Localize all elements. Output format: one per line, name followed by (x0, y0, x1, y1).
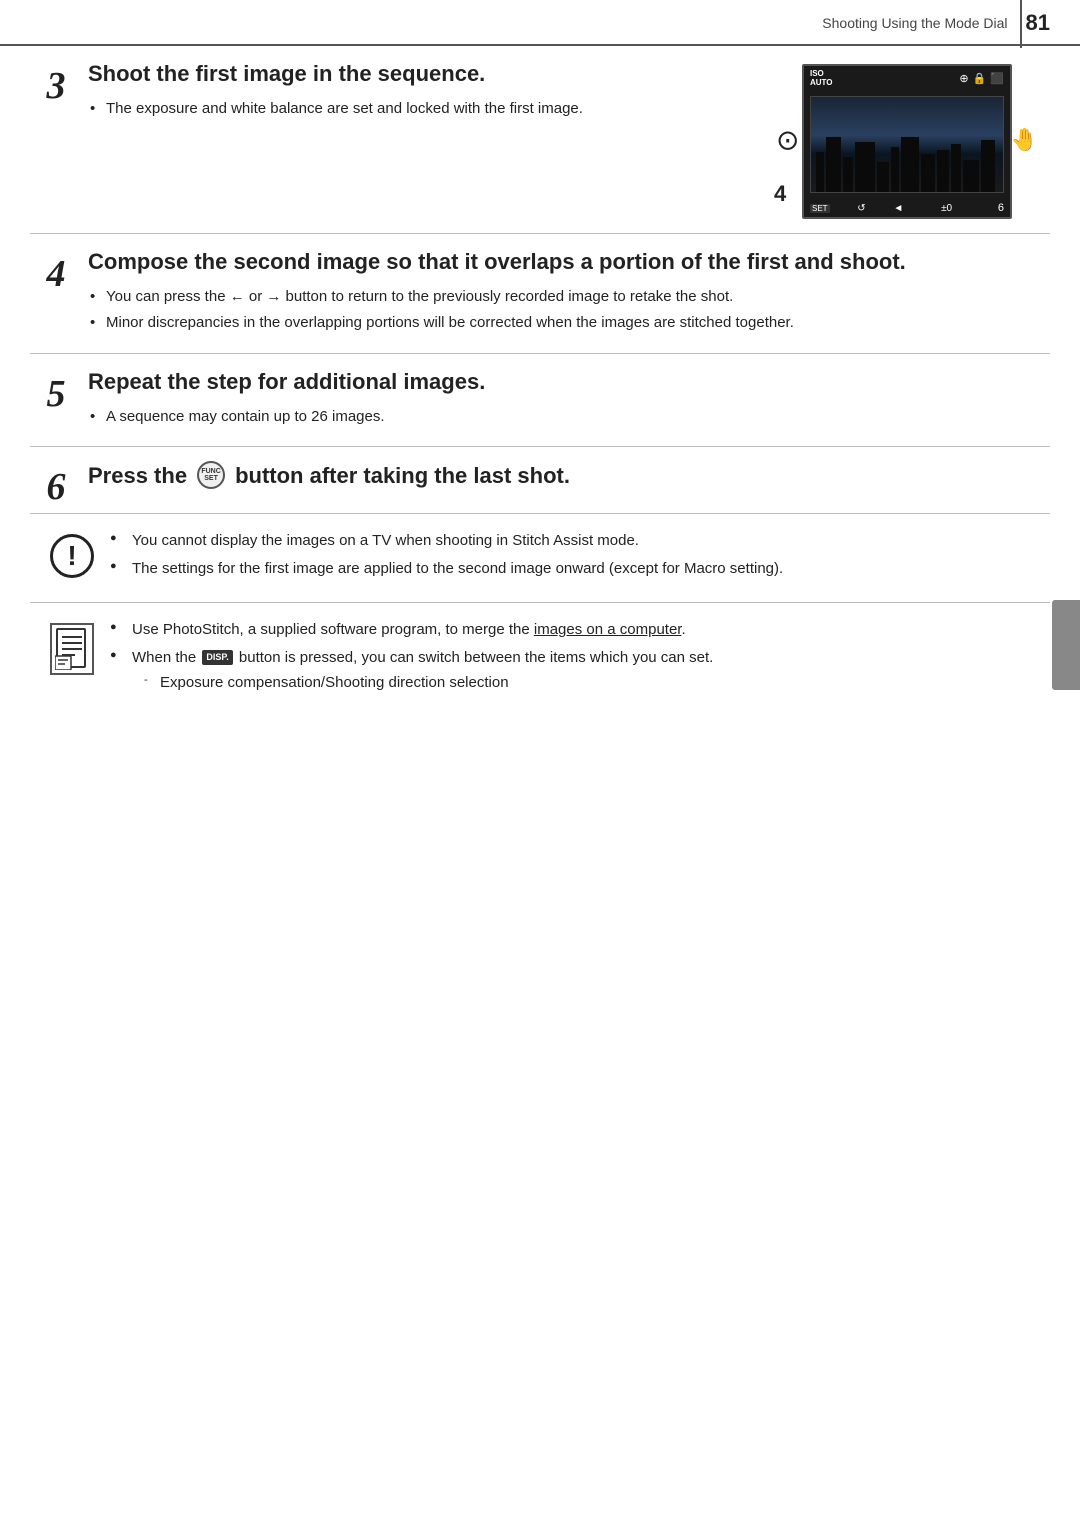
step-5-content: Repeat the step for additional images. A… (82, 354, 1050, 446)
note-bullet-2: When the DISP. button is pressed, you ca… (110, 647, 1030, 695)
step-6-title: Press the FUNCSET button after taking th… (88, 461, 1040, 489)
warning-icon: ! (50, 534, 94, 578)
func-set-button-icon: FUNCSET (197, 461, 225, 489)
warning-bullet-1: You cannot display the images on a TV wh… (110, 530, 1030, 552)
cam-bottom-left-indicator: 4 (774, 181, 786, 207)
note-bullet-1: Use PhotoStitch, a supplied software pro… (110, 619, 1030, 641)
note-notice-box: Use PhotoStitch, a supplied software pro… (30, 603, 1050, 716)
step-6-title-before: Press the (88, 462, 187, 490)
step-3-bullet-1: The exposure and white balance are set a… (88, 98, 758, 120)
step-4-bullet-2: Minor discrepancies in the overlapping p… (88, 312, 1040, 334)
note-sub-item-1: Exposure compensation/Shooting direction… (132, 672, 1030, 694)
header-section-text: Shooting Using the Mode Dial (822, 15, 1007, 31)
note-icon (50, 623, 94, 675)
step-3-bullets: The exposure and white balance are set a… (88, 98, 758, 120)
step-5-bullet-1: A sequence may contain up to 26 images. (88, 406, 1040, 428)
warning-bullet-list: You cannot display the images on a TV wh… (110, 530, 1030, 580)
step-6-number: 6 (30, 447, 82, 513)
warning-notice-content: You cannot display the images on a TV wh… (110, 530, 1030, 586)
step-6-row: 6 Press the FUNCSET button after taking … (30, 447, 1050, 514)
cam-iso: ISOAUTO (810, 69, 833, 87)
note-bullet-list: Use PhotoStitch, a supplied software pro… (110, 619, 1030, 694)
note-icon-svg (55, 628, 89, 670)
step-4-bullet-1: You can press the ← or → button to retur… (88, 286, 1040, 308)
page-header: Shooting Using the Mode Dial 81 (0, 0, 1080, 46)
step-6-title-after: button after taking the last shot. (235, 462, 570, 490)
step-3-row: 3 Shoot the first image in the sequence.… (30, 46, 1050, 234)
step-4-bullets: You can press the ← or → button to retur… (88, 286, 1040, 335)
warning-bullet-2: The settings for the first image are app… (110, 558, 1030, 580)
camera-screen-image: ISOAUTO ⊕🔒⬛ □ 1 ⟶ 2 (802, 64, 1012, 219)
step-3-content: Shoot the first image in the sequence. T… (82, 46, 1050, 233)
step-5-number: 5 (30, 354, 82, 446)
step-4-row: 4 Compose the second image so that it ov… (30, 234, 1050, 354)
cam-city-image (810, 96, 1004, 193)
step-4-content: Compose the second image so that it over… (82, 234, 1050, 353)
note-notice-content: Use PhotoStitch, a supplied software pro… (110, 619, 1030, 700)
warning-notice-box: ! You cannot display the images on a TV … (30, 514, 1050, 603)
step-3-title: Shoot the first image in the sequence. (88, 60, 758, 88)
cam-icons-right: ⊕🔒⬛ (959, 72, 1004, 85)
step-5-title: Repeat the step for additional images. (88, 368, 1040, 396)
cam-bottom-bar: SET ↺ ◄ ±0 6 (804, 199, 1010, 217)
step-4-title: Compose the second image so that it over… (88, 248, 1040, 276)
page-tab (1052, 600, 1080, 690)
step-3-number: 3 (30, 46, 82, 233)
step-6-content: Press the FUNCSET button after taking th… (82, 447, 1050, 513)
cam-left-focus-icon: ⊙ (776, 123, 799, 156)
step-5-bullets: A sequence may contain up to 26 images. (88, 406, 1040, 428)
step-4-number: 4 (30, 234, 82, 353)
note-sub-list: Exposure compensation/Shooting direction… (132, 672, 1030, 694)
cam-right-hand-icon: 🤚 (1011, 127, 1038, 153)
main-content: 3 Shoot the first image in the sequence.… (0, 46, 1080, 746)
disp-button-icon: DISP. (202, 650, 232, 665)
page-number: 81 (1026, 10, 1050, 36)
step-5-row: 5 Repeat the step for additional images.… (30, 354, 1050, 447)
